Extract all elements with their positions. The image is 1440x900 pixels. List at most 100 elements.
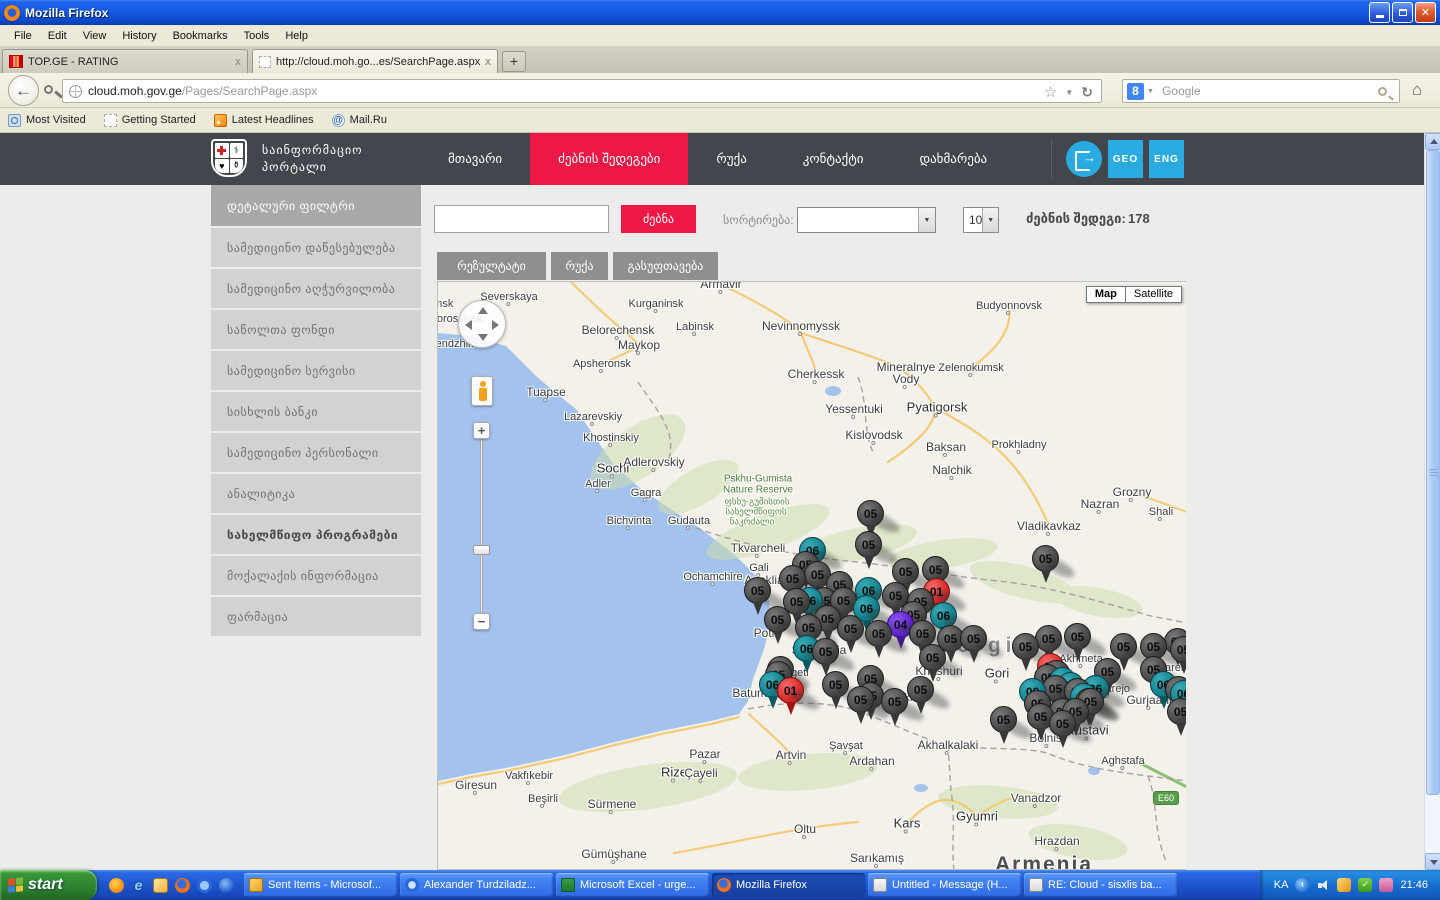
map-marker[interactable]: 05: [919, 644, 946, 671]
page-size-select[interactable]: 10▼: [963, 207, 999, 233]
map-marker[interactable]: 05: [822, 671, 849, 698]
taskbar-button-2[interactable]: Microsoft Excel - urge...: [556, 873, 709, 897]
map-marker[interactable]: 05: [1049, 710, 1076, 737]
menu-edit[interactable]: Edit: [40, 27, 75, 45]
menu-history[interactable]: History: [114, 27, 164, 45]
pan-up-icon[interactable]: [478, 307, 488, 314]
map-pan-control[interactable]: [458, 300, 506, 348]
map-marker[interactable]: 05: [855, 531, 882, 558]
site-nav-item-1[interactable]: ძებნის შედეგები: [530, 133, 688, 185]
select-arrow-icon[interactable]: ▼: [982, 208, 998, 232]
map-type-satellite-button[interactable]: Satellite: [1126, 286, 1182, 303]
restore-button[interactable]: [1392, 2, 1413, 23]
search-magnifier-icon[interactable]: [1378, 87, 1387, 96]
map-marker[interactable]: 05: [857, 500, 884, 527]
scroll-down-icon[interactable]: [1425, 853, 1440, 870]
scrollbar-thumb[interactable]: [1426, 150, 1440, 795]
window-titlebar[interactable]: Mozilla Firefox ✕: [0, 0, 1440, 25]
select-arrow-icon[interactable]: ▼: [918, 208, 935, 232]
volume-icon[interactable]: [1316, 878, 1330, 892]
back-button[interactable]: ←: [8, 75, 39, 106]
quicklaunch-ie2-icon[interactable]: [197, 878, 212, 893]
site-nav-item-0[interactable]: მთავარი: [420, 133, 530, 185]
engine-dropdown-icon[interactable]: ▼: [1147, 88, 1154, 95]
zoom-slider-track[interactable]: [480, 439, 483, 613]
site-nav-item-2[interactable]: რუქა: [688, 133, 774, 185]
quicklaunch-ie1-icon[interactable]: [131, 878, 146, 893]
site-logo[interactable]: ⚕ ♥ ⚱: [211, 139, 253, 179]
sidebar-item-6[interactable]: სამედიცინო პერსონალი: [211, 433, 421, 472]
sidebar-item-9[interactable]: მოქალაქის ინფორმაცია: [211, 556, 421, 595]
site-nav-item-4[interactable]: დახმარება: [891, 133, 1015, 185]
map-marker[interactable]: 05: [837, 615, 864, 642]
new-tab-button[interactable]: +: [502, 51, 526, 72]
taskbar-button-1[interactable]: Alexander Turdziladz...: [400, 873, 553, 897]
map-marker[interactable]: 05: [1012, 633, 1039, 660]
map-marker[interactable]: 05: [960, 625, 987, 652]
map-type-map-button[interactable]: Map: [1086, 286, 1126, 303]
sidebar-item-1[interactable]: სამედიცინო დაწესებულება: [211, 228, 421, 267]
bookmark-star-icon[interactable]: ☆: [1044, 83, 1057, 101]
map-marker[interactable]: 05: [909, 620, 936, 647]
lang-geo-button[interactable]: GEO: [1108, 140, 1143, 178]
quicklaunch-fox-icon[interactable]: [175, 878, 190, 893]
clear-button[interactable]: გასუფთავება: [613, 252, 718, 280]
results-tab-button[interactable]: რეზულტატი: [437, 252, 546, 280]
messenger-icon[interactable]: [1379, 878, 1393, 892]
hide-icons-icon[interactable]: ‹: [1295, 878, 1309, 892]
vertical-scrollbar[interactable]: [1424, 133, 1440, 870]
map-tab-button[interactable]: რუქა: [551, 252, 608, 280]
map-marker[interactable]: 05: [1032, 545, 1059, 572]
pan-down-icon[interactable]: [478, 334, 488, 341]
bookmark-most-visited[interactable]: Most Visited: [8, 114, 86, 127]
sidebar-item-2[interactable]: სამედიცინო აღჭურვილობა: [211, 269, 421, 308]
map-marker[interactable]: 05: [744, 577, 771, 604]
taskbar-button-5[interactable]: RE: Cloud - sisxlis ba...: [1024, 873, 1177, 897]
tab-close-icon[interactable]: x: [485, 56, 491, 68]
minimize-button[interactable]: [1369, 2, 1390, 23]
search-input[interactable]: [434, 205, 609, 233]
start-button[interactable]: start: [0, 870, 97, 900]
pan-right-icon[interactable]: [492, 320, 499, 330]
map-marker[interactable]: 05: [990, 706, 1017, 733]
menu-file[interactable]: File: [6, 27, 40, 45]
sidebar-item-3[interactable]: საწოლთა ფონდი: [211, 310, 421, 349]
quicklaunch-mail-icon[interactable]: [153, 878, 168, 893]
site-nav-item-3[interactable]: კონტაქტი: [775, 133, 892, 185]
sidebar-item-10[interactable]: ფარმაცია: [211, 597, 421, 636]
zoom-in-button[interactable]: +: [473, 422, 490, 439]
sidebar-item-0[interactable]: დეტალური ფილტრი: [211, 185, 421, 226]
map-marker[interactable]: 01: [777, 677, 804, 704]
menu-tools[interactable]: Tools: [236, 27, 278, 45]
logout-icon[interactable]: [1066, 141, 1102, 177]
bookmark-getting-started[interactable]: Getting Started: [104, 114, 196, 127]
search-engine-box[interactable]: 8 ▼ Google: [1122, 79, 1400, 103]
sort-select[interactable]: ▼: [797, 207, 936, 233]
close-button[interactable]: ✕: [1415, 2, 1436, 23]
tab-searchpage[interactable]: http://cloud.moh.go...es/SearchPage.aspx…: [252, 49, 498, 73]
map-marker[interactable]: 05: [764, 606, 791, 633]
language-indicator[interactable]: KA: [1274, 879, 1289, 891]
google-map[interactable]: KrymskNovorossiyskGelendzhikSeverskayaAr…: [437, 281, 1186, 870]
map-marker[interactable]: 05: [847, 686, 874, 713]
bookmark-mail-ru[interactable]: @Mail.Ru: [332, 114, 387, 127]
menu-view[interactable]: View: [75, 27, 115, 45]
lang-eng-button[interactable]: ENG: [1149, 140, 1184, 178]
search-button[interactable]: ძებნა: [621, 205, 696, 233]
reload-icon[interactable]: ↻: [1081, 84, 1093, 101]
url-bar[interactable]: cloud.moh.gov.ge /Pages/SearchPage.aspx …: [62, 79, 1102, 103]
taskbar-button-0[interactable]: Sent Items - Microsof...: [244, 873, 397, 897]
map-marker[interactable]: 05: [812, 638, 839, 665]
menu-help[interactable]: Help: [277, 27, 316, 45]
pan-left-icon[interactable]: [465, 320, 472, 330]
map-marker[interactable]: 05: [907, 676, 934, 703]
home-button[interactable]: ⌂: [1412, 81, 1432, 99]
quicklaunch-ff1-icon[interactable]: [109, 878, 124, 893]
menu-bookmarks[interactable]: Bookmarks: [165, 27, 236, 45]
tab-close-icon[interactable]: x: [235, 56, 241, 68]
quicklaunch-wmp-icon[interactable]: [219, 878, 234, 893]
security-icon[interactable]: ✓: [1358, 878, 1372, 892]
sidebar-item-4[interactable]: სამედიცინო სერვისი: [211, 351, 421, 390]
map-marker[interactable]: 05: [892, 558, 919, 585]
zoom-out-button[interactable]: −: [473, 613, 490, 630]
